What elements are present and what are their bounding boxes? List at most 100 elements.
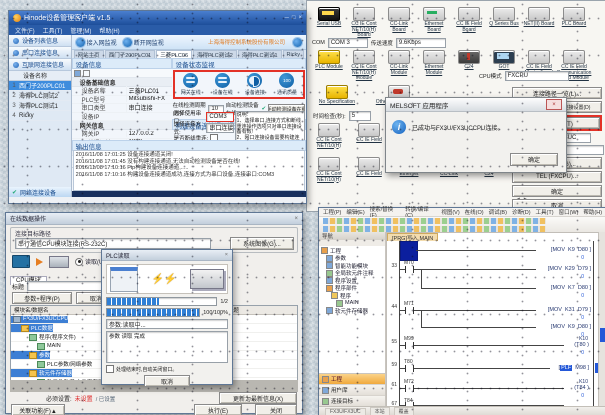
coil[interactable]: (T80 ) <box>573 342 590 348</box>
maximize-icon[interactable]: □ <box>292 15 296 21</box>
progress-cancel-button[interactable]: 取消 <box>144 375 190 387</box>
navtab-user-library[interactable]: 用户库 <box>319 385 385 396</box>
speed-value[interactable]: 9.6Kbps <box>396 38 446 48</box>
coil[interactable]: (T84 ) <box>573 385 590 391</box>
contact[interactable] <box>405 385 414 392</box>
refresh-button[interactable]: 更新为最新信息(X) <box>219 392 297 404</box>
dialog-titlebar[interactable]: 在线数据操作 × <box>6 213 302 225</box>
close-icon[interactable]: × <box>546 99 562 110</box>
com-select-value[interactable]: COM3 <box>206 112 233 122</box>
net2-board[interactable]: NET(II) Board <box>523 7 555 39</box>
menu-help[interactable]: 帮助(H) <box>583 208 602 216</box>
close-icon[interactable]: × <box>298 15 302 21</box>
menu-tool[interactable]: 工具(T) <box>536 208 554 216</box>
contact[interactable] <box>405 266 414 273</box>
auto-close-checkbox[interactable] <box>106 365 114 373</box>
comm-quality-indicator[interactable]: 100通讯质量 <box>277 73 297 96</box>
device-online-indicator[interactable]: 设备在线 <box>213 73 233 96</box>
coex-ccie-cont[interactable]: CC IE Cont NET/10(H) <box>311 157 347 183</box>
com-value[interactable]: COM 3 <box>328 38 368 48</box>
menu-window[interactable]: 窗口(W) <box>559 208 579 216</box>
sort-icon[interactable] <box>74 70 81 77</box>
execute-button[interactable]: 执行(E) <box>194 404 242 415</box>
tree-item[interactable]: 工程 <box>321 247 385 255</box>
contact[interactable] <box>405 342 414 349</box>
net-ccie-cont[interactable]: CC IE Cont NET/10(H) <box>311 123 347 149</box>
tree-item[interactable]: 程序 <box>321 292 385 300</box>
device-row[interactable]: 2海得PLC测试2 <box>9 91 71 101</box>
coex-ccie-field[interactable]: CC IE Field <box>351 157 387 183</box>
sidebar-section-lan[interactable]: 互联网连接信息 <box>9 59 71 71</box>
instruction[interactable]: [PLF M98 ] <box>558 365 590 371</box>
col-title[interactable]: 标题 <box>228 306 297 314</box>
sidebar-section-serial[interactable]: 串口连接信息 <box>9 47 71 59</box>
menu-file[interactable]: 文件(F) <box>15 26 35 35</box>
sidebar-footer[interactable]: ✔网络连接设备 <box>9 187 71 197</box>
navtab-project[interactable]: 工程 <box>319 374 385 385</box>
net-ccie-field[interactable]: CC IE Field <box>351 123 387 149</box>
category-icon[interactable] <box>83 70 90 77</box>
instruction[interactable]: [MOV K7 D80 ] <box>550 285 592 291</box>
menu-debug[interactable]: 调试(B) <box>489 208 507 216</box>
menu-edit[interactable]: 编辑(E) <box>346 208 364 216</box>
menu-help[interactable]: 帮助(H) <box>99 26 119 35</box>
plc-module[interactable]: PLC Module <box>313 50 345 82</box>
menu-tools[interactable]: 工具(T) <box>43 26 63 35</box>
instruction[interactable]: [MOV K29 D79 ] <box>547 266 592 272</box>
q-series-bus[interactable]: Q Series Bus <box>488 7 520 39</box>
disconnect-monitor-button[interactable]: 断开网监视 <box>123 38 164 47</box>
edit-cursor[interactable] <box>400 241 418 261</box>
instruction[interactable]: [MOV K9 D80 ] <box>550 324 592 330</box>
contact[interactable] <box>405 307 414 314</box>
ccie-field-board[interactable]: CC IE Field Board <box>453 7 485 39</box>
minimize-icon[interactable]: ─ <box>285 15 289 21</box>
output-log[interactable]: 2016/11/08 17:01:25 设备连接通道关闭! 2016/11/08… <box>73 150 305 191</box>
menu-manage[interactable]: 管理(M) <box>70 26 91 35</box>
menu-online[interactable]: 在线(O) <box>465 208 484 216</box>
sidebar-section-device-list[interactable]: 设备列表信息 <box>9 35 71 47</box>
serial-usb-module[interactable]: Serial USB <box>313 7 345 39</box>
menu-view[interactable]: 视图(V) <box>441 208 459 216</box>
ccie-cont-board[interactable]: CC IE Cont NET/10(H) Board <box>348 7 380 39</box>
melsoft-dialog-titlebar[interactable]: MELSOFT 应用程序 × <box>386 98 566 112</box>
module-tab[interactable]: CPU模块 <box>10 269 47 278</box>
close-button[interactable]: 关闭 <box>255 404 297 415</box>
instruction[interactable]: [MOV K31 D79 ] <box>547 307 592 313</box>
cclink-board[interactable]: CC-Link Board <box>383 7 415 39</box>
menu-diagnostics[interactable]: 诊断(D) <box>512 208 531 216</box>
ethernet-board[interactable]: Ethernet Board <box>418 7 450 39</box>
close-icon[interactable]: × <box>225 252 228 258</box>
tree-item[interactable]: 软元件存储器 <box>321 307 385 315</box>
tree-item[interactable]: 程序部件 <box>321 285 385 293</box>
progress-list[interactable]: 参数 读取 完成 <box>106 331 228 363</box>
device-row[interactable]: 4Ricky <box>9 111 71 121</box>
connect-monitor-button[interactable]: 接入网监视 <box>76 38 117 47</box>
speaker-icon <box>36 258 43 266</box>
contact[interactable] <box>405 365 414 372</box>
time-check-value[interactable]: 5 <box>349 111 371 121</box>
device-row[interactable]: 3海得PLC测试1 <box>9 101 71 111</box>
plc-board[interactable]: PLC Board <box>558 7 590 39</box>
vertical-scrollbar[interactable] <box>598 232 605 407</box>
no-specification[interactable]: No Specification <box>313 85 361 111</box>
device-connect-indicator[interactable]: 设备连接 <box>245 73 265 96</box>
close-icon[interactable]: × <box>294 216 298 222</box>
system-image-button[interactable]: 系统图像(G)... <box>230 237 294 250</box>
param-program-button[interactable]: 参数+程序(P) <box>12 292 72 304</box>
plc-read-titlebar[interactable]: PLC读取 × <box>102 250 232 261</box>
instruction[interactable]: [MOV K9 D80 ] <box>550 247 592 253</box>
ethernet-module[interactable]: Ethernet Module <box>418 50 450 82</box>
melsoft-ok-button[interactable]: 确定 <box>510 153 558 166</box>
gateway-online-indicator[interactable]: 网关在线 <box>181 73 201 96</box>
scroll-thumb[interactable] <box>600 328 605 342</box>
cclink-module[interactable]: CC-Link Module <box>383 50 415 82</box>
cpu-mode-value[interactable]: FXCPU <box>505 71 569 81</box>
transfer-ok-button[interactable]: 确定 <box>512 185 602 197</box>
mode-select-value[interactable]: 串口连接 <box>206 123 233 133</box>
ccie-cont-module[interactable]: CC IE Cont NET/10(H) Module <box>348 50 380 82</box>
menu-project[interactable]: 工程(P) <box>323 208 341 216</box>
related-functions-button[interactable]: 关联功能(F)▲ <box>11 404 65 415</box>
ladder-canvas[interactable]: [MOV K9 D80 ] 0 33 M70 [MOV K29 D79 ] 0 … <box>387 241 598 406</box>
device-row[interactable]: 1西门子200PLC01 <box>9 81 71 91</box>
window-titlebar[interactable]: Hinode设备管理客户端 v1.5 ─ □ × <box>9 11 306 25</box>
